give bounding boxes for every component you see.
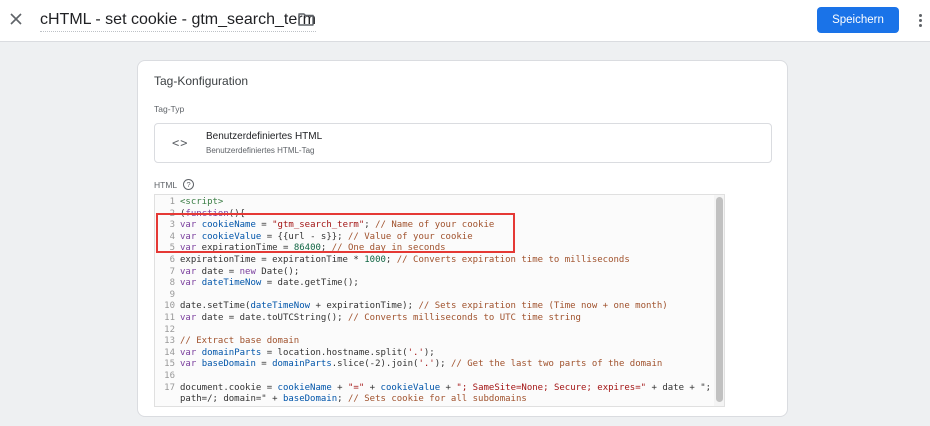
tag-type-selector[interactable]: <> Benutzerdefiniertes HTML Benutzerdefi… — [154, 123, 772, 163]
line-number: 8 — [169, 278, 175, 289]
code-text[interactable]: <script> — [180, 197, 223, 209]
code-text[interactable]: var date = date.toUTCString(); // Conver… — [180, 313, 581, 325]
line-number: 15 — [164, 359, 175, 370]
line-number: 7 — [169, 266, 175, 277]
code-text[interactable]: var dateTimeNow = date.getTime(); — [180, 278, 359, 290]
highlight-box — [156, 213, 515, 253]
tag-type-label: Tag-Typ — [154, 104, 185, 114]
code-text[interactable]: document.cookie = cookieName + "=" + coo… — [180, 383, 711, 395]
help-icon[interactable]: ? — [183, 179, 195, 190]
top-bar: cHTML - set cookie - gtm_search_term Spe… — [0, 0, 930, 42]
code-icon: <> — [172, 136, 189, 150]
scrollbar-thumb[interactable] — [716, 197, 723, 402]
code-text[interactable]: })(); — [180, 406, 207, 407]
code-text[interactable]: path=/; domain=" + baseDomain; // Sets c… — [180, 394, 527, 406]
line-number: 18 — [155, 406, 175, 407]
line-number: 11 — [164, 313, 175, 323]
line-number: 1 — [169, 197, 175, 207]
tag-title[interactable]: cHTML - set cookie - gtm_search_term — [40, 11, 316, 32]
html-field-label: HTML ? — [154, 179, 195, 190]
line-number: 13 — [164, 336, 175, 347]
tag-type-name: Benutzerdefiniertes HTML — [206, 131, 323, 142]
save-button[interactable]: Speichern — [817, 7, 899, 33]
line-number: 12 — [164, 324, 175, 335]
more-vert-icon[interactable] — [912, 10, 928, 30]
editor-scrollbar[interactable] — [714, 195, 724, 406]
close-icon[interactable] — [6, 9, 26, 29]
line-number: 6 — [169, 255, 175, 265]
code-text[interactable]: var domainParts = location.hostname.spli… — [180, 348, 435, 360]
code-text[interactable]: var baseDomain = domainParts.slice(-2).j… — [180, 359, 662, 371]
line-number: 9 — [169, 289, 175, 300]
line-number: 14 — [164, 347, 175, 358]
code-text[interactable]: date.setTime(dateTimeNow + expirationTim… — [180, 301, 668, 313]
code-text[interactable]: // Extract base domain — [180, 336, 299, 348]
line-number: 17 — [164, 382, 175, 393]
html-label-text: HTML — [154, 179, 178, 190]
line-number: 16 — [164, 371, 175, 381]
line-number: 10 — [164, 301, 175, 312]
card-title: Tag-Konfiguration — [154, 74, 249, 88]
folder-icon[interactable] — [298, 12, 316, 28]
tag-type-subtitle: Benutzerdefiniertes HTML-Tag — [206, 146, 315, 155]
code-text[interactable]: expirationTime = expirationTime * 1000; … — [180, 255, 630, 267]
code-text[interactable]: var date = new Date(); — [180, 267, 299, 279]
